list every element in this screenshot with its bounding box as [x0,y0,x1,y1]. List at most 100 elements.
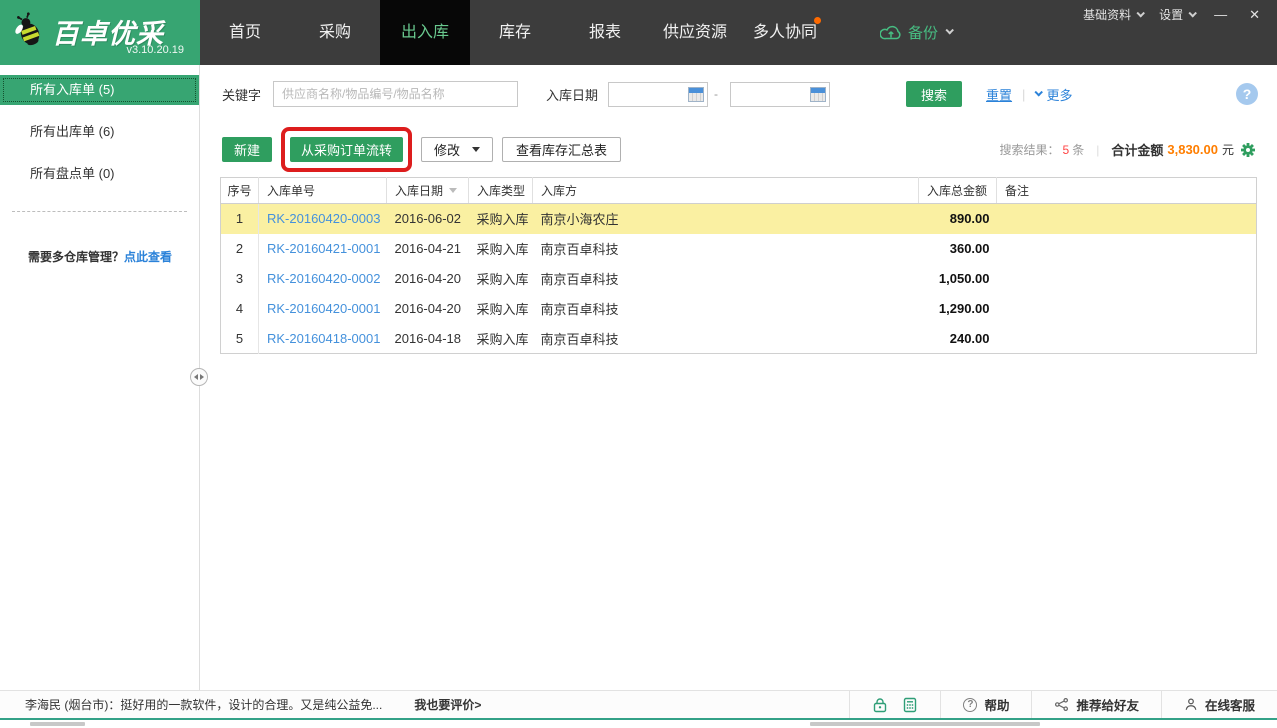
index-cell: 3 [221,264,259,294]
order-link[interactable]: RK-20160420-0001 [267,301,380,316]
table-row[interactable]: 3 RK-20160420-0002 2016-04-20 采购入库 南京百卓科… [221,264,1257,294]
bee-logo-icon [10,11,48,56]
chevron-down-icon [1035,88,1043,96]
from-purchase-order-button[interactable]: 从采购订单流转 [290,137,403,162]
order-link[interactable]: RK-20160420-0002 [267,271,380,286]
calendar-icon[interactable] [810,87,826,102]
total-amount-unit: 元 [1222,141,1234,158]
person-icon [1184,697,1198,712]
table-row[interactable]: 4 RK-20160420-0001 2016-04-20 采购入库 南京百卓科… [221,294,1257,324]
order-link[interactable]: RK-20160420-0003 [267,211,380,226]
main-content: 关键字 入库日期 - 搜索 重置 | 更多 ? 新建 [200,65,1277,690]
party-cell: 南京百卓科技 [533,264,919,294]
column-settings-gear-icon[interactable] [1241,143,1255,157]
filter-bar: 关键字 入库日期 - 搜索 重置 | 更多 ? [222,81,1277,107]
col-header-order-no: 入库单号 [259,178,387,204]
app-logo: 百卓优采 v3.10.20.19 [0,0,200,65]
modify-label: 修改 [434,140,460,159]
note-cell [997,324,1257,354]
view-inventory-summary-button[interactable]: 查看库存汇总表 [502,137,621,162]
online-service-button[interactable]: 在线客服 [1161,691,1277,718]
col-header-party: 入库方 [533,178,919,204]
search-button[interactable]: 搜索 [906,81,962,107]
help-button[interactable]: ? 帮助 [940,691,1031,718]
date-cell: 2016-06-02 [387,204,469,234]
nav-supply-resources[interactable]: 供应资源 [650,0,740,65]
write-review-link[interactable]: 我也要评价> [414,696,481,713]
table-header-row: 序号 入库单号 入库日期 入库类型 入库方 入库总金额 备注 [221,178,1257,204]
more-link[interactable]: 更多 [1035,85,1072,104]
note-cell [997,204,1257,234]
amount-cell: 360.00 [919,234,997,264]
recommend-button[interactable]: 推荐给好友 [1031,691,1161,718]
party-cell: 南京百卓科技 [533,234,919,264]
promo-link[interactable]: 点此查看 [124,250,172,264]
date-to-input[interactable] [731,83,807,106]
nav-reports[interactable]: 报表 [560,0,650,65]
settings-menu[interactable]: 设置 [1155,4,1199,25]
calculator-icon[interactable] [902,697,918,713]
modify-dropdown-button[interactable]: 修改 [421,137,493,162]
footer-bar: 李海民 (烟台市)：挺好用的一款软件，设计的合理。又是纯公益免... 我也要评价… [0,690,1277,720]
note-cell [997,234,1257,264]
table-row[interactable]: 1 RK-20160420-0003 2016-06-02 采购入库 南京小海农… [221,204,1257,234]
type-cell: 采购入库 [469,234,533,264]
date-from-input[interactable] [609,83,685,106]
cloud-upload-icon [880,24,902,41]
question-icon: ? [963,698,977,712]
sidebar-item-outbound-orders[interactable]: 所有出库单 (6) [0,117,199,147]
type-cell: 采购入库 [469,204,533,234]
nav-collaboration[interactable]: 多人协同 [740,0,830,65]
nav-collaboration-label: 多人协同 [753,24,817,41]
table-row[interactable]: 5 RK-20160418-0001 2016-04-18 采购入库 南京百卓科… [221,324,1257,354]
col-header-amount: 入库总金额 [919,178,997,204]
footer-tools [849,691,940,718]
recommend-label: 推荐给好友 [1076,695,1139,714]
note-cell [997,264,1257,294]
nav-in-out-warehouse[interactable]: 出入库 [380,0,470,65]
nav-purchase[interactable]: 采购 [290,0,380,65]
date-cell: 2016-04-18 [387,324,469,354]
type-cell: 采购入库 [469,294,533,324]
clipped-window-fragment [810,722,1040,726]
lock-icon[interactable] [872,697,888,713]
user-review-text: 李海民 (烟台市)：挺好用的一款软件，设计的合理。又是纯公益免... [0,696,382,713]
calendar-icon[interactable] [688,87,704,102]
date-cell: 2016-04-20 [387,264,469,294]
reset-link[interactable]: 重置 [986,85,1012,104]
multi-warehouse-promo: 需要多仓库管理？点此查看 [28,248,199,265]
new-button[interactable]: 新建 [222,137,272,162]
clipped-window-fragment [30,722,85,726]
order-link[interactable]: RK-20160421-0001 [267,241,380,256]
help-icon[interactable]: ? [1236,83,1258,105]
nav-inventory[interactable]: 库存 [470,0,560,65]
chevron-down-icon [945,26,953,34]
order-link[interactable]: RK-20160418-0001 [267,331,380,346]
keyword-input[interactable] [273,81,518,107]
service-label: 在线客服 [1205,695,1255,714]
main-nav: 首页 采购 出入库 库存 报表 供应资源 多人协同 [200,0,830,65]
sidebar-splitter-handle[interactable] [190,368,208,386]
result-count: 5 [1063,143,1070,157]
sidebar-item-inbound-orders[interactable]: 所有入库单 (5) [0,75,199,105]
backup-menu[interactable]: 备份 [880,0,952,65]
col-header-date[interactable]: 入库日期 [387,178,469,204]
party-cell: 南京小海农庄 [533,204,919,234]
amount-cell: 1,290.00 [919,294,997,324]
sidebar-item-stocktake-orders[interactable]: 所有盘点单 (0) [0,159,199,189]
basic-data-menu[interactable]: 基础资料 [1079,4,1147,25]
col-header-type: 入库类型 [469,178,533,204]
more-label: 更多 [1046,85,1072,104]
share-icon [1054,697,1069,712]
minimize-button[interactable]: — [1207,7,1234,22]
close-button[interactable]: ✕ [1242,7,1267,23]
settings-label: 设置 [1159,6,1183,23]
keyword-label: 关键字 [222,85,261,104]
date-cell: 2016-04-20 [387,294,469,324]
divider: | [1096,143,1099,157]
nav-home[interactable]: 首页 [200,0,290,65]
inbound-date-label: 入库日期 [546,85,598,104]
top-right-menu: 基础资料 设置 — ✕ [1079,4,1267,25]
table-row[interactable]: 2 RK-20160421-0001 2016-04-21 采购入库 南京百卓科… [221,234,1257,264]
app-version: v3.10.20.19 [52,44,184,56]
